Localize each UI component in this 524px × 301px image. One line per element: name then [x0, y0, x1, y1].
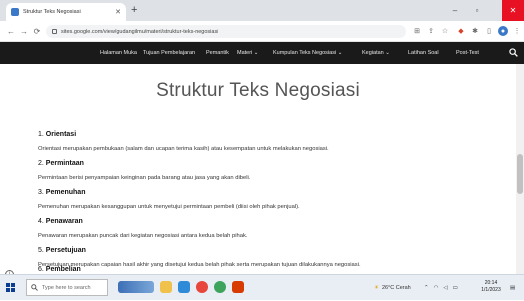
- maximize-button[interactable]: ▫: [466, 0, 488, 21]
- extension-icon[interactable]: ◆: [456, 26, 466, 36]
- nav-item-post-test[interactable]: Post-Test: [456, 42, 479, 64]
- nav-item-materi[interactable]: Materi ⌄: [237, 42, 258, 64]
- scrollbar-thumb[interactable]: [517, 154, 523, 194]
- tab-title: Struktur Teks Negosiasi: [23, 9, 81, 15]
- section-heading-pemenuhan: 3. Pemenuhan: [38, 189, 86, 196]
- reload-icon[interactable]: ⟳: [31, 25, 43, 37]
- section-heading-pembelian: 6. Pembelian: [38, 266, 81, 273]
- windows-taskbar: Type here to search ☀ 26°C Cerah ⌃ ◠ ◁ ▭…: [0, 274, 524, 300]
- notification-icon[interactable]: ▤: [510, 275, 515, 301]
- close-window-button[interactable]: ✕: [502, 0, 524, 21]
- profile-avatar[interactable]: ●: [498, 26, 508, 36]
- office-icon[interactable]: [232, 281, 244, 293]
- share-icon[interactable]: ⇪: [426, 26, 436, 36]
- battery-icon[interactable]: ▭: [453, 285, 458, 291]
- new-tab-button[interactable]: +: [131, 3, 137, 17]
- nav-item-tujuan-pembelajaran[interactable]: Tujuan Pembelajaran: [143, 42, 195, 64]
- nav-item-pemantik[interactable]: Pemantik: [206, 42, 229, 64]
- section-text-penawaran: Penawaran merupakan puncak dari kegiatan…: [38, 233, 248, 239]
- task-view-widget[interactable]: [118, 281, 154, 293]
- search-icon: [31, 284, 38, 291]
- chrome-icon[interactable]: [196, 281, 208, 293]
- edge-browser-icon[interactable]: [178, 281, 190, 293]
- address-bar-row: ← → ⟳ sites.google.com/view/gudangilmu/m…: [0, 21, 524, 42]
- section-heading-orientasi: 1. Orientasi: [38, 131, 77, 138]
- section-text-permintaan: Permintaan berisi penyampaian keinginan …: [38, 175, 251, 181]
- clock-date: 1/1/2023: [481, 287, 501, 293]
- system-clock[interactable]: 20:14 1/1/2023: [476, 280, 506, 294]
- nav-item-halaman-muka[interactable]: Halaman Muka: [100, 42, 137, 64]
- section-heading-persetujuan: 5. Persetujuan: [38, 247, 86, 254]
- section-text-persetujuan: Persetujuan merupakan capaian hasil akhi…: [38, 262, 361, 268]
- page-title: Struktur Teks Negosiasi: [156, 80, 360, 101]
- page-scrollbar[interactable]: [516, 64, 524, 274]
- translate-icon[interactable]: ⊞: [412, 26, 422, 36]
- tray-chevron-icon[interactable]: ⌃: [424, 285, 429, 291]
- page-content: Struktur Teks Negosiasi 1. Orientasi Ori…: [0, 64, 516, 274]
- nav-item-kegiatan[interactable]: Kegiatan ⌄: [362, 42, 390, 64]
- address-input[interactable]: sites.google.com/view/gudangilmu/materi/…: [46, 25, 406, 38]
- clock-time: 20:14: [484, 280, 498, 286]
- section-heading-permintaan: 2. Permintaan: [38, 160, 84, 167]
- file-explorer-icon[interactable]: [160, 281, 172, 293]
- section-text-orientasi: Orientasi merupakan pembukaan (salam dan…: [38, 146, 329, 152]
- bookmark-star-icon[interactable]: ☆: [440, 26, 450, 36]
- lock-icon: [52, 29, 57, 34]
- section-text-pemenuhan: Pemenuhan merupakan kesanggupan untuk me…: [38, 204, 300, 210]
- sidebar-icon[interactable]: ▯: [484, 26, 494, 36]
- taskbar-search-input[interactable]: Type here to search: [26, 279, 108, 296]
- windows-start-icon[interactable]: [6, 283, 15, 292]
- site-favicon-icon: [11, 8, 19, 16]
- search-icon[interactable]: [509, 48, 518, 57]
- site-navigation: Halaman Muka Tujuan Pembelajaran Pemanti…: [0, 42, 524, 64]
- url-text: sites.google.com/view/gudangilmu/materi/…: [61, 28, 219, 35]
- tab-close-icon[interactable]: ✕: [115, 9, 121, 16]
- nav-item-latihan-soal[interactable]: Latihan Soal: [408, 42, 439, 64]
- weather-text[interactable]: 26°C Cerah: [382, 285, 411, 291]
- extensions-puzzle-icon[interactable]: ✱: [470, 26, 480, 36]
- network-icon[interactable]: ◠: [434, 285, 439, 291]
- volume-icon[interactable]: ◁: [443, 285, 447, 291]
- minimize-button[interactable]: –: [444, 0, 466, 21]
- taskbar-search-placeholder: Type here to search: [42, 284, 91, 291]
- menu-kebab-icon[interactable]: ⋮: [512, 26, 522, 36]
- nav-item-kumpulan-teks[interactable]: Kumpulan Teks Negosiasi ⌄: [273, 42, 342, 64]
- section-heading-penawaran: 4. Penawaran: [38, 218, 83, 225]
- browser-tab-strip: Struktur Teks Negosiasi ✕ + – ▫ ✕: [0, 0, 524, 21]
- store-icon[interactable]: [214, 281, 226, 293]
- browser-tab[interactable]: Struktur Teks Negosiasi ✕: [6, 3, 126, 21]
- forward-icon[interactable]: →: [18, 25, 30, 37]
- back-icon[interactable]: ←: [5, 25, 17, 37]
- weather-icon: ☀: [374, 285, 379, 291]
